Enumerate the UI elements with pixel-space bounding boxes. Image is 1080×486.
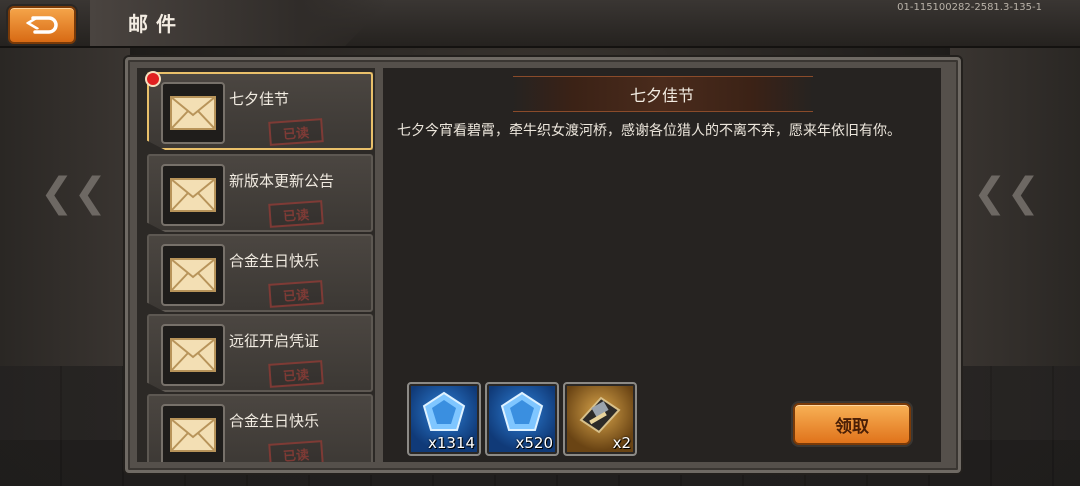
page-title: 邮件 — [128, 12, 184, 36]
version-text: 01-115100282-2581.3-135-1 — [897, 2, 1042, 13]
claim-button[interactable]: 领取 — [793, 403, 911, 445]
reward-quantity: x2 — [612, 434, 631, 452]
background-arrow-left-icon: ❮❮ — [40, 170, 108, 216]
background-arrow-right-icon: ❮❮ — [972, 170, 1040, 216]
reward-item[interactable]: x520 — [485, 382, 559, 456]
mail-list-item[interactable]: 合金生日快乐 已读 — [147, 394, 373, 462]
envelope-icon — [161, 244, 225, 306]
mail-subject: 远征开启凭证 — [229, 332, 320, 350]
reward-item[interactable]: x1314 — [407, 382, 481, 456]
reward-quantity: x1314 — [427, 434, 475, 452]
read-stamp: 已读 — [268, 360, 324, 388]
back-arrow-icon — [26, 16, 58, 34]
envelope-icon — [161, 164, 225, 226]
reward-item[interactable]: x2 — [563, 382, 637, 456]
mail-subject: 新版本更新公告 — [229, 172, 335, 190]
read-stamp: 已读 — [268, 440, 324, 462]
top-bar: 邮件 01-115100282-2581.3-135-1 — [0, 0, 1080, 48]
mail-list-item[interactable]: 远征开启凭证 已读 — [147, 314, 373, 392]
unread-dot-icon — [145, 71, 161, 87]
blue-gem-icon — [422, 391, 466, 431]
mail-list-item[interactable]: 新版本更新公告 已读 — [147, 154, 373, 232]
read-stamp: 已读 — [268, 200, 324, 228]
mail-subject: 合金生日快乐 — [229, 252, 320, 270]
reward-quantity: x520 — [515, 434, 553, 452]
envelope-icon — [161, 404, 225, 462]
mail-list[interactable]: 七夕佳节 已读 新版本更新公告 已读 合金生日快乐 已读 远征开启凭证 已读 合… — [137, 68, 375, 462]
mail-title: 七夕佳节 — [629, 86, 694, 105]
envelope-icon — [161, 82, 225, 144]
envelope-icon — [161, 324, 225, 386]
mail-subject: 七夕佳节 — [229, 90, 290, 108]
blue-gem-icon — [500, 391, 544, 431]
read-stamp: 已读 — [268, 118, 324, 146]
mail-subject: 合金生日快乐 — [229, 412, 320, 430]
read-stamp: 已读 — [268, 280, 324, 308]
mail-body: 七夕今宵看碧霄，牵牛织女渡河桥，感谢各位猎人的不离不弃，愿来年依旧有你。 — [397, 123, 901, 139]
gear-chest-icon — [579, 396, 621, 434]
mail-list-item[interactable]: 合金生日快乐 已读 — [147, 234, 373, 312]
mail-list-item[interactable]: 七夕佳节 已读 — [147, 72, 373, 150]
back-button[interactable] — [8, 6, 76, 44]
